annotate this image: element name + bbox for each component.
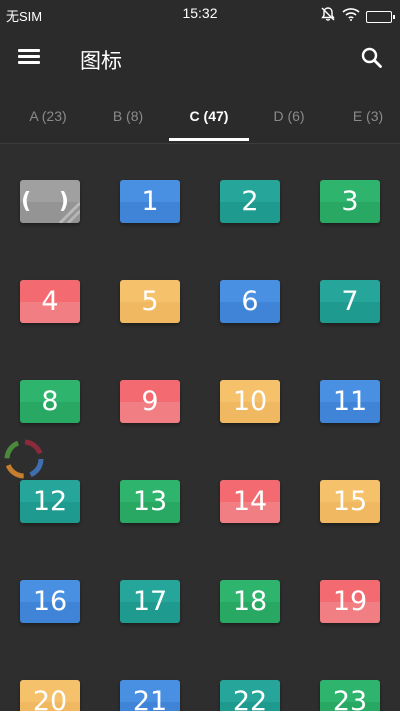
icon-tile[interactable]: 15 [320, 480, 380, 523]
icon-tile[interactable]: 21 [120, 680, 180, 711]
icon-tile[interactable]: 11 [320, 380, 380, 423]
icon-tile-label: 1 [141, 186, 159, 217]
icon-tile[interactable]: 3 [320, 180, 380, 223]
icon-tile-label: 17 [132, 586, 168, 617]
icon-tile-label: 21 [132, 686, 168, 711]
page-title: 图标 [80, 50, 122, 73]
icon-tile[interactable]: 7 [320, 280, 380, 323]
icon-tile-label: 12 [32, 486, 68, 517]
icon-tile-label: 6 [241, 286, 259, 317]
icon-tile[interactable]: 2 [220, 180, 280, 223]
icon-tile-label: 2 [241, 186, 259, 217]
tab-a[interactable]: A (23) [8, 88, 88, 144]
icon-tile[interactable]: 10 [220, 380, 280, 423]
icon-tile[interactable]: 9 [120, 380, 180, 423]
icon-tile-label: 10 [232, 386, 268, 417]
icon-tile-label: 5 [141, 286, 159, 317]
icon-tile-label: 15 [332, 486, 368, 517]
icon-tile-label: 16 [32, 586, 68, 617]
mute-bell-icon [320, 6, 336, 27]
icon-tile[interactable]: 12 [20, 480, 80, 523]
icon-grid: ( ) 1 2 3 4 5 6 7 8 9 10 11 12 13 14 15 16 17 18 19 20 21 22 23 [0, 144, 400, 711]
icon-tile[interactable]: 23 [320, 680, 380, 711]
icon-tile-label: 8 [41, 386, 59, 417]
icon-tile-label: 14 [232, 486, 268, 517]
tab-c[interactable]: C (47) [169, 88, 249, 144]
icon-tile-label: 4 [41, 286, 59, 317]
icon-tile[interactable]: ( ) [20, 180, 80, 223]
icon-tile[interactable]: 16 [20, 580, 80, 623]
category-tabs: A (23) B (8) C (47) D (6) E (3) [0, 88, 400, 144]
icon-tile[interactable]: 17 [120, 580, 180, 623]
tab-b[interactable]: B (8) [88, 88, 168, 144]
icon-tile[interactable]: 22 [220, 680, 280, 711]
icon-tile[interactable]: 20 [20, 680, 80, 711]
icon-tile[interactable]: 6 [220, 280, 280, 323]
active-tab-indicator [169, 138, 249, 141]
icon-tile-label: 9 [141, 386, 159, 417]
icon-tile[interactable]: 19 [320, 580, 380, 623]
status-bar: 无SIM 15:32 [0, 0, 400, 28]
wifi-icon [342, 7, 360, 26]
tab-e[interactable]: E (3) [328, 88, 400, 144]
status-icons [320, 6, 395, 27]
tab-d[interactable]: D (6) [249, 88, 329, 144]
battery-icon [366, 10, 395, 23]
icon-tile-label: 19 [332, 586, 368, 617]
icon-tile-label: 11 [332, 386, 368, 417]
icon-tile-label: 13 [132, 486, 168, 517]
icon-tile-label: 20 [32, 686, 68, 711]
icon-tile-label: 7 [341, 286, 359, 317]
icon-tile-label: 22 [232, 686, 268, 711]
icon-tile[interactable]: 14 [220, 480, 280, 523]
icon-tile[interactable]: 8 [20, 380, 80, 423]
app-bar: 图标 [0, 28, 400, 88]
icon-tile-label: 18 [232, 586, 268, 617]
icon-tile[interactable]: 5 [120, 280, 180, 323]
icon-tile[interactable]: 4 [20, 280, 80, 323]
icon-tile-label: 23 [332, 686, 368, 711]
icon-tile[interactable]: 1 [120, 180, 180, 223]
search-icon[interactable] [358, 44, 386, 72]
icon-tile-label: ( ) [21, 189, 79, 214]
hamburger-menu-icon[interactable] [18, 46, 44, 70]
icon-tile[interactable]: 13 [120, 480, 180, 523]
icon-tile-label: 3 [341, 186, 359, 217]
icon-tile[interactable]: 18 [220, 580, 280, 623]
loading-spinner-icon [2, 437, 46, 481]
